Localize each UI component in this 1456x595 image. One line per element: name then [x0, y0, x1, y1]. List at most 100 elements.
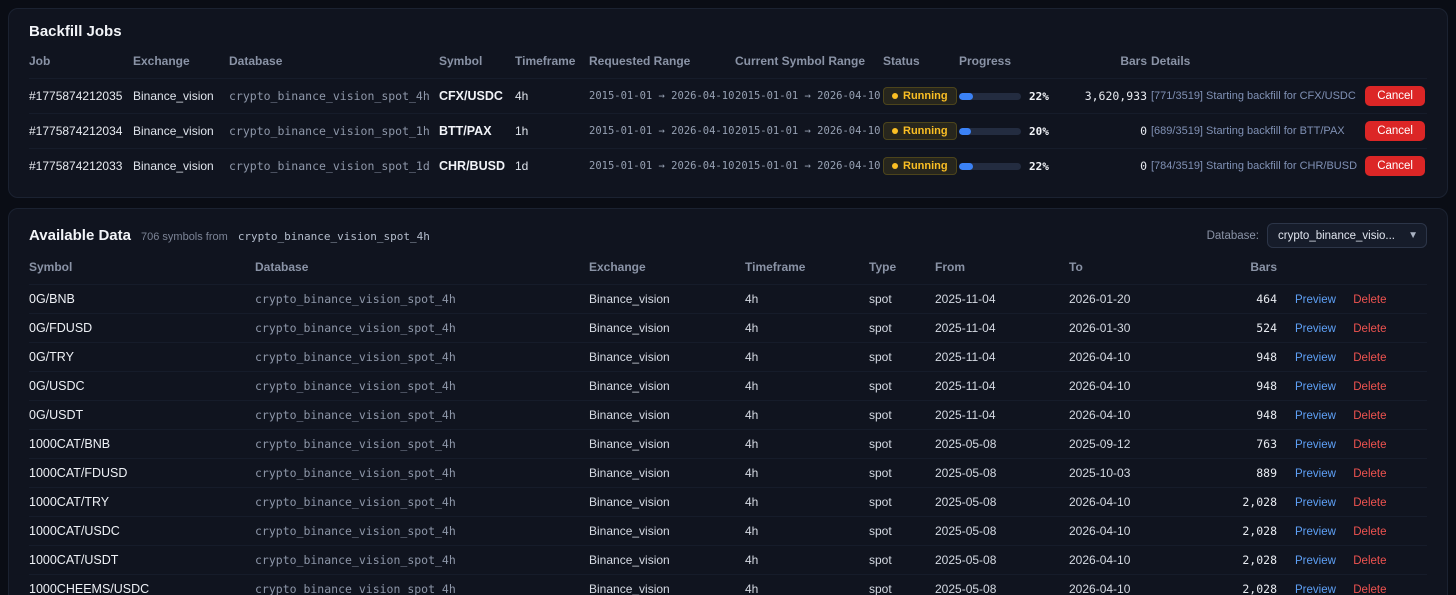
preview-link[interactable]: Preview [1295, 323, 1336, 335]
data-actions-cell: Preview Delete [1281, 430, 1427, 459]
delete-link[interactable]: Delete [1353, 381, 1386, 393]
data-timeframe: 4h [745, 466, 759, 480]
data-exchange: Binance_vision [589, 553, 670, 567]
data-actions-cell: Preview Delete [1281, 314, 1427, 343]
data-actions-cell: Preview Delete [1281, 488, 1427, 517]
preview-link[interactable]: Preview [1295, 584, 1336, 595]
available-data-row: 0G/FDUSD crypto_binance_vision_spot_4h B… [29, 313, 1427, 343]
col-progress: Progress [959, 54, 1012, 68]
available-data-row: 1000CAT/USDC crypto_binance_vision_spot_… [29, 516, 1427, 546]
col-exchange: Exchange [133, 54, 190, 68]
data-timeframe: 4h [745, 408, 759, 422]
preview-link[interactable]: Preview [1295, 352, 1336, 364]
job-symbol: CHR/BUSD [439, 159, 505, 173]
delete-link[interactable]: Delete [1353, 294, 1386, 306]
data-bars: 464 [1256, 292, 1277, 306]
job-database: crypto_binance_vision_spot_1h [229, 124, 430, 138]
status-label: Running [903, 125, 948, 137]
delete-link[interactable]: Delete [1353, 555, 1386, 567]
data-bars: 524 [1256, 321, 1277, 335]
data-symbol: 1000CAT/USDT [29, 553, 119, 567]
cancel-button[interactable]: Cancel [1365, 121, 1425, 141]
delete-link[interactable]: Delete [1353, 584, 1386, 595]
col-timeframe: Timeframe [515, 54, 576, 68]
data-exchange: Binance_vision [589, 292, 670, 306]
preview-link[interactable]: Preview [1295, 526, 1336, 538]
data-database: crypto_binance_vision_spot_4h [255, 582, 456, 595]
col-current-range: Current Symbol Range [735, 54, 866, 68]
job-timeframe: 1h [515, 124, 529, 138]
data-database: crypto_binance_vision_spot_4h [255, 379, 456, 393]
preview-link[interactable]: Preview [1295, 497, 1336, 509]
preview-link[interactable]: Preview [1295, 381, 1336, 393]
database-select[interactable]: crypto_binance_visio... ▼ [1267, 223, 1427, 248]
job-details: [689/3519] Starting backfill for BTT/PAX [1151, 125, 1345, 137]
data-actions-cell: Preview Delete [1281, 343, 1427, 372]
backfill-job-row: #1775874212035 Binance_vision crypto_bin… [29, 78, 1427, 114]
job-details: [771/3519] Starting backfill for CFX/USD… [1151, 90, 1356, 102]
col-bars: Bars [1120, 54, 1147, 68]
progress-track [959, 127, 1021, 135]
progress: 20% [959, 125, 1067, 138]
data-exchange: Binance_vision [589, 408, 670, 422]
delete-link[interactable]: Delete [1353, 352, 1386, 364]
preview-link[interactable]: Preview [1295, 555, 1336, 567]
data-database: crypto_binance_vision_spot_4h [255, 524, 456, 538]
data-timeframe: 4h [745, 495, 759, 509]
preview-link[interactable]: Preview [1295, 439, 1336, 451]
data-type: spot [869, 350, 892, 364]
data-timeframe: 4h [745, 292, 759, 306]
col-symbol: Symbol [29, 260, 73, 274]
job-status-cell: Running [883, 114, 959, 149]
data-exchange: Binance_vision [589, 437, 670, 451]
cancel-button[interactable]: Cancel [1365, 86, 1425, 106]
available-data-row: 1000CAT/USDT crypto_binance_vision_spot_… [29, 545, 1427, 575]
cancel-button[interactable]: Cancel [1365, 156, 1425, 176]
status-dot-icon [892, 93, 898, 99]
delete-link[interactable]: Delete [1353, 439, 1386, 451]
data-symbol: 0G/BNB [29, 292, 75, 306]
job-database: crypto_binance_vision_spot_1d [229, 159, 430, 173]
col-status: Status [883, 54, 920, 68]
col-requested-range: Requested Range [589, 54, 691, 68]
data-actions-cell: Preview Delete [1281, 372, 1427, 401]
job-requested-range: 2015-01-01 → 2026-04-10 [589, 160, 735, 172]
job-progress-cell: 22% [959, 149, 1075, 184]
job-bars: 3,620,933 [1084, 89, 1147, 103]
progress-track [959, 162, 1021, 170]
job-status-cell: Running [883, 79, 959, 114]
data-database: crypto_binance_vision_spot_4h [255, 350, 456, 364]
preview-link[interactable]: Preview [1295, 410, 1336, 422]
col-bars: Bars [1250, 260, 1277, 274]
data-timeframe: 4h [745, 553, 759, 567]
job-timeframe: 1d [515, 159, 529, 173]
preview-link[interactable]: Preview [1295, 468, 1336, 480]
database-select-group: Database: crypto_binance_visio... ▼ [1207, 223, 1427, 248]
progress: 22% [959, 90, 1067, 103]
data-to: 2026-04-10 [1069, 408, 1131, 422]
available-data-title-group: Available Data 706 symbols from crypto_b… [29, 227, 430, 244]
col-to: To [1069, 260, 1083, 274]
backfill-jobs-tbody: #1775874212035 Binance_vision crypto_bin… [29, 78, 1427, 184]
col-timeframe: Timeframe [745, 260, 806, 274]
status-dot-icon [892, 128, 898, 134]
data-symbol: 0G/USDC [29, 379, 85, 393]
backfill-jobs-panel: Backfill Jobs Job Exchange Database Symb… [8, 8, 1448, 198]
preview-link[interactable]: Preview [1295, 294, 1336, 306]
data-symbol: 1000CAT/FDUSD [29, 466, 128, 480]
status-label: Running [903, 90, 948, 102]
delete-link[interactable]: Delete [1353, 323, 1386, 335]
database-select-label: Database: [1206, 229, 1259, 242]
job-bars: 0 [1140, 159, 1147, 173]
col-database: Database [255, 260, 309, 274]
data-from: 2025-05-08 [935, 553, 997, 567]
backfill-jobs-table: Job Exchange Database Symbol Timeframe R… [29, 44, 1427, 183]
data-database: crypto_binance_vision_spot_4h [255, 408, 456, 422]
job-exchange: Binance_vision [133, 124, 214, 138]
delete-link[interactable]: Delete [1353, 410, 1386, 422]
delete-link[interactable]: Delete [1353, 497, 1386, 509]
database-select-value: crypto_binance_visio... [1278, 229, 1395, 242]
data-bars: 948 [1256, 379, 1277, 393]
delete-link[interactable]: Delete [1353, 468, 1386, 480]
delete-link[interactable]: Delete [1353, 526, 1386, 538]
